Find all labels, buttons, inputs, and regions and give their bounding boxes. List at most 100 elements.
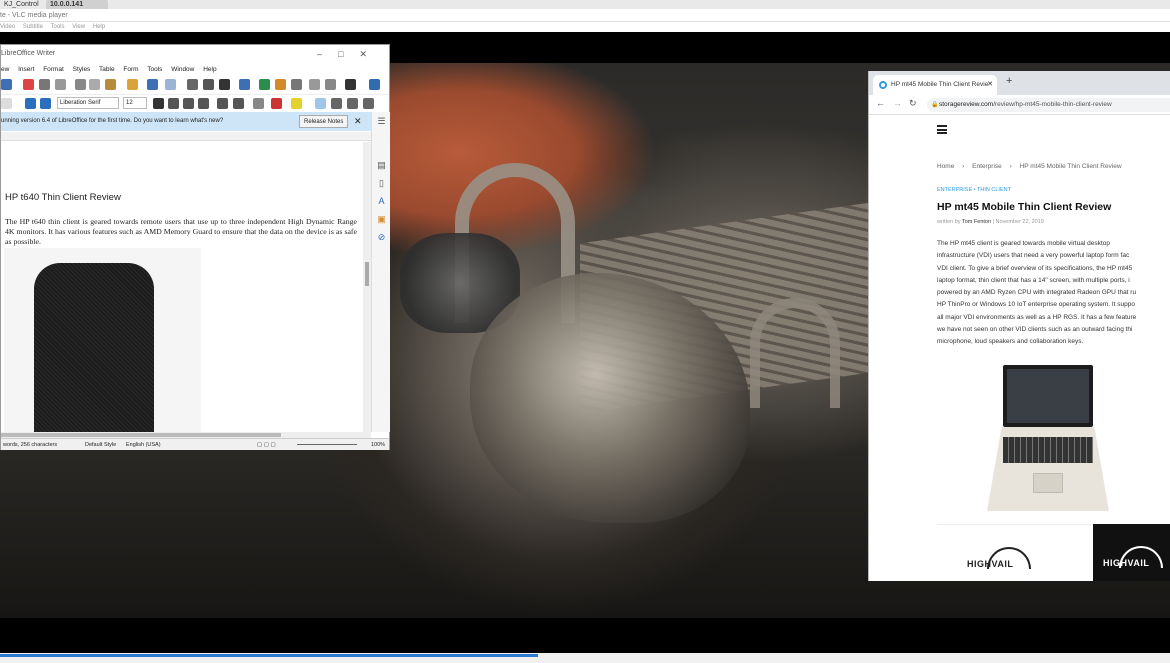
- vertical-scroll-thumb[interactable]: [365, 262, 369, 286]
- special-character-icon[interactable]: [345, 79, 356, 90]
- new-tab-icon[interactable]: +: [1006, 75, 1012, 87]
- vlc-menu-bar: Video Subtitle Tools View Help: [0, 22, 1170, 32]
- paste-icon[interactable]: [105, 79, 116, 90]
- byline-prefix: written by: [937, 219, 961, 225]
- article-categories[interactable]: ENTERPRISE • THIN CLIENT: [937, 187, 1011, 193]
- menu-styles[interactable]: Styles: [73, 66, 91, 73]
- zoom-slider[interactable]: [297, 444, 357, 445]
- update-style-icon[interactable]: [25, 98, 36, 109]
- find-replace-icon[interactable]: [187, 79, 198, 90]
- horizontal-ruler[interactable]: [1, 132, 371, 141]
- print-preview-icon[interactable]: [55, 79, 66, 90]
- highlight-icon[interactable]: [291, 98, 302, 109]
- sidebar-menu-icon[interactable]: ☰: [376, 116, 387, 127]
- document-vertical-scrollbar[interactable]: [363, 142, 371, 432]
- redo-icon[interactable]: [165, 79, 176, 90]
- copy-icon[interactable]: [89, 79, 100, 90]
- paragraph-style-icon[interactable]: [1, 98, 12, 109]
- page-style[interactable]: Default Style: [85, 439, 116, 451]
- align-left-icon[interactable]: [315, 98, 326, 109]
- article-line: laptop format, thin client that has a 14…: [937, 276, 1130, 284]
- url-input[interactable]: 🔒 storagereview.com/review/hp-mt45-mobil…: [927, 98, 1170, 112]
- save-icon[interactable]: [1, 79, 12, 90]
- menu-insert[interactable]: Insert: [18, 66, 34, 73]
- bold-icon[interactable]: [153, 98, 164, 109]
- ad-logo-text: HIGHVAIL: [1103, 558, 1150, 568]
- menu-form[interactable]: Form: [123, 66, 138, 73]
- author-link[interactable]: Tom Fenton: [962, 219, 991, 225]
- align-right-icon[interactable]: [347, 98, 358, 109]
- cut-icon[interactable]: [75, 79, 86, 90]
- zoom-level[interactable]: 100%: [371, 439, 385, 451]
- justify-icon[interactable]: [363, 98, 374, 109]
- export-pdf-icon[interactable]: [23, 79, 34, 90]
- view-layout-icon[interactable]: ▢ ▢ ▢: [257, 439, 276, 451]
- navigator-icon[interactable]: ⊘: [376, 232, 387, 243]
- release-notes-button[interactable]: Release Notes: [299, 115, 349, 128]
- styles-icon[interactable]: A: [376, 196, 387, 207]
- hamburger-menu-icon[interactable]: [937, 125, 947, 134]
- vlc-menu-tools[interactable]: Tools: [51, 24, 65, 30]
- vlc-menu-subtitle[interactable]: Subtitle: [23, 24, 43, 30]
- undo-icon[interactable]: [147, 79, 158, 90]
- doc-heading: HP t640 Thin Client Review: [5, 192, 121, 203]
- align-center-icon[interactable]: [331, 98, 342, 109]
- font-color-icon[interactable]: [271, 98, 282, 109]
- insert-textbox-icon[interactable]: [291, 79, 302, 90]
- horizontal-scroll-thumb[interactable]: [1, 433, 281, 437]
- breadcrumb-enterprise[interactable]: Enterprise: [972, 163, 1002, 170]
- subscript-icon[interactable]: [233, 98, 244, 109]
- text-language[interactable]: English (USA): [126, 439, 161, 451]
- vlc-menu-view[interactable]: View: [72, 24, 85, 30]
- vlc-seek-bar[interactable]: [0, 653, 1170, 663]
- back-icon[interactable]: ←: [876, 98, 885, 108]
- menu-table[interactable]: Table: [99, 66, 115, 73]
- insert-field-icon[interactable]: [325, 79, 336, 90]
- page-break-icon[interactable]: [309, 79, 320, 90]
- breadcrumb-current: HP mt45 Mobile Thin Client Review: [1019, 163, 1122, 170]
- superscript-icon[interactable]: [217, 98, 228, 109]
- forward-icon[interactable]: →: [893, 98, 902, 108]
- menu-format[interactable]: Format: [43, 66, 64, 73]
- strikethrough-icon[interactable]: [198, 98, 209, 109]
- new-style-icon[interactable]: [40, 98, 51, 109]
- clone-format-icon[interactable]: [127, 79, 138, 90]
- highvail-ad-light[interactable]: HIGHVAIL: [937, 524, 1093, 581]
- article-laptop-image[interactable]: [987, 365, 1109, 513]
- insert-image-icon[interactable]: [259, 79, 270, 90]
- word-count[interactable]: words, 256 characters: [3, 439, 57, 451]
- print-icon[interactable]: [39, 79, 50, 90]
- clear-formatting-icon[interactable]: [253, 98, 264, 109]
- italic-icon[interactable]: [168, 98, 179, 109]
- browser-tab[interactable]: HP mt45 Mobile Thin Client Revie ✕: [873, 75, 997, 95]
- session-tab-1[interactable]: KJ_Control: [0, 0, 43, 9]
- window-controls[interactable]: –□✕: [317, 45, 383, 63]
- article-line: HP ThinPro or Windows 10 IoT enterprise …: [937, 301, 1135, 309]
- underline-icon[interactable]: [183, 98, 194, 109]
- reload-icon[interactable]: ↻: [909, 98, 917, 109]
- highvail-ad-dark[interactable]: HIGHVAIL: [1093, 524, 1170, 581]
- menu-help[interactable]: Help: [203, 66, 216, 73]
- session-tab-2[interactable]: 10.0.0.141: [46, 0, 108, 9]
- insert-table-icon[interactable]: [239, 79, 250, 90]
- vlc-menu-help[interactable]: Help: [93, 24, 105, 30]
- spelling-icon[interactable]: [203, 79, 214, 90]
- vlc-menu-video[interactable]: Video: [0, 24, 15, 30]
- font-name-select[interactable]: Liberation Serif: [57, 97, 119, 109]
- font-size-select[interactable]: 12: [123, 97, 147, 109]
- menu-tools[interactable]: Tools: [147, 66, 162, 73]
- formatting-marks-icon[interactable]: [219, 79, 230, 90]
- infobar-close-icon[interactable]: ✕: [354, 112, 362, 131]
- gallery-icon[interactable]: ▣: [376, 214, 387, 225]
- insert-chart-icon[interactable]: [275, 79, 286, 90]
- menu-window[interactable]: Window: [171, 66, 194, 73]
- writer-title-bar: LibreOffice Writer –□✕: [1, 45, 389, 63]
- hyperlink-icon[interactable]: [369, 79, 380, 90]
- properties-icon[interactable]: ▤: [376, 160, 387, 171]
- doc-product-image[interactable]: [4, 248, 201, 432]
- menu-view[interactable]: ew: [1, 66, 9, 73]
- page-icon[interactable]: ▯: [376, 178, 387, 189]
- breadcrumb-home[interactable]: Home: [937, 163, 954, 170]
- document-canvas[interactable]: HP t640 Thin Client Review The HP t640 t…: [1, 142, 363, 432]
- tab-close-icon[interactable]: ✕: [987, 75, 993, 95]
